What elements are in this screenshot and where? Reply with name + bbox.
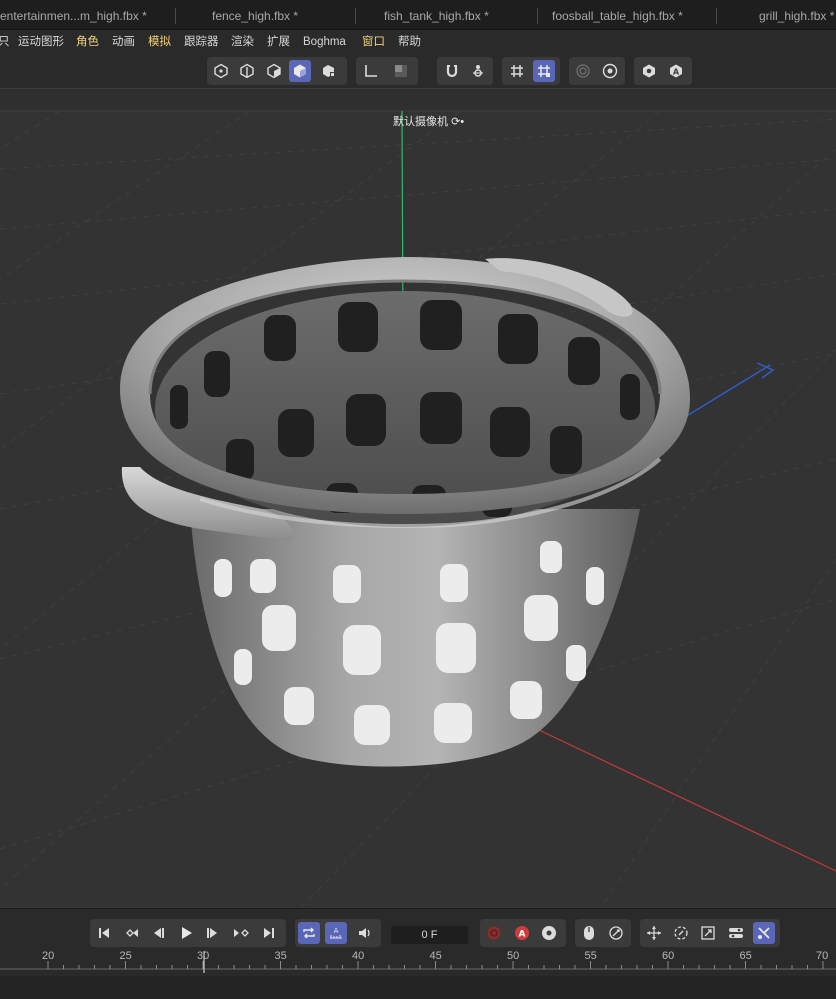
svg-text:A: A (334, 927, 339, 935)
grid-group (502, 57, 560, 85)
edges-mode-icon[interactable] (236, 60, 258, 82)
workplane-snap-icon[interactable] (467, 60, 489, 82)
tab-separator (537, 8, 538, 24)
x-axis-line (519, 720, 836, 872)
next-frame-icon[interactable] (202, 922, 224, 944)
record-icon[interactable] (483, 922, 505, 944)
uv-mode-icon[interactable] (318, 60, 340, 82)
menu-item-mograph[interactable]: 运动图形 (18, 30, 64, 54)
menu-item-animation[interactable]: 动画 (112, 30, 135, 54)
previous-frame-icon[interactable] (147, 922, 169, 944)
mode-group (207, 57, 347, 85)
next-key-icon[interactable] (230, 922, 252, 944)
previous-key-icon[interactable] (120, 922, 142, 944)
tick-label: 55 (584, 950, 597, 962)
viewport-toolbar: A (0, 54, 836, 88)
basket-body (190, 509, 640, 767)
menu-item-boghma[interactable]: Boghma (303, 30, 346, 54)
menu-item-cut[interactable]: 只 (0, 30, 10, 54)
tick-label: 40 (352, 950, 365, 962)
snap-group (437, 57, 493, 85)
tab-separator (716, 8, 717, 24)
grid-icon[interactable] (506, 60, 528, 82)
key-settings-icon[interactable] (538, 922, 560, 944)
scale-key-icon[interactable] (697, 922, 719, 944)
grid-snap-icon[interactable] (533, 60, 555, 82)
timeline-scrub-bar[interactable] (0, 976, 836, 999)
tab-fish-tank[interactable]: fish_tank_high.fbx * (384, 0, 489, 30)
key-type-group (575, 919, 631, 947)
axis-group (356, 57, 418, 85)
tick-label: 45 (429, 950, 442, 962)
menu-item-window[interactable]: 窗口 (362, 30, 385, 54)
tab-grill[interactable]: grill_high.fbx * (759, 0, 834, 30)
tab-fence[interactable]: fence_high.fbx * (212, 0, 298, 30)
play-icon[interactable] (175, 922, 197, 944)
magnet-snap-icon[interactable] (441, 60, 463, 82)
points-mode-icon[interactable] (210, 60, 232, 82)
svg-text:A: A (519, 930, 526, 940)
tab-separator (175, 8, 176, 24)
menu-item-simulate[interactable]: 模拟 (148, 30, 171, 54)
mouse-key-icon[interactable] (578, 922, 600, 944)
cinema4d-window: entertainmen...m_high.fbx * fence_high.f… (0, 0, 836, 999)
render-region-icon[interactable] (572, 60, 594, 82)
tick-label: 60 (662, 950, 675, 962)
autokey-icon[interactable]: A (511, 922, 533, 944)
render-group (569, 57, 625, 85)
playback-options-group: A (295, 919, 381, 947)
axis-icon[interactable] (360, 60, 382, 82)
tick-label: 30 (197, 950, 210, 962)
go-to-end-icon[interactable] (258, 922, 280, 944)
tick-label: 25 (119, 950, 132, 962)
view-group: A (634, 57, 692, 85)
playback-rate-icon[interactable]: A (325, 922, 347, 944)
tick-label: 65 (739, 950, 752, 962)
tab-entertainment[interactable]: entertainmen...m_high.fbx * (0, 0, 147, 30)
attribute-icon[interactable]: A (665, 60, 687, 82)
svg-text:A: A (673, 68, 680, 77)
rotate-key-icon[interactable] (670, 922, 692, 944)
tab-separator (355, 8, 356, 24)
loop-icon[interactable] (298, 922, 320, 944)
transport-group (90, 919, 286, 947)
menu-item-help[interactable]: 帮助 (398, 30, 421, 54)
render-settings-icon[interactable] (599, 60, 621, 82)
3d-viewport[interactable]: 默认摄像机 ⟳• (0, 88, 836, 908)
move-key-icon[interactable] (643, 922, 665, 944)
menu-item-character[interactable]: 角色 (76, 30, 99, 54)
viewport-canvas[interactable] (0, 89, 836, 908)
motion-key-icon[interactable] (605, 922, 627, 944)
current-frame-field[interactable]: 0 F (391, 926, 468, 944)
polygons-mode-icon[interactable] (263, 60, 285, 82)
tick-label: 35 (274, 950, 287, 962)
view-icon[interactable] (638, 60, 660, 82)
menu-item-tracker[interactable]: 跟踪器 (184, 30, 219, 54)
camera-label[interactable]: 默认摄像机 ⟳• (393, 113, 464, 129)
tick-label: 50 (507, 950, 520, 962)
solo-icon[interactable] (390, 60, 412, 82)
sound-icon[interactable] (354, 922, 376, 944)
camera-name: 默认摄像机 (393, 116, 448, 128)
pla-key-icon[interactable] (753, 922, 775, 944)
transform-keys-group (640, 919, 780, 947)
main-menu-bar: 只 运动图形 角色 动画 模拟 跟踪器 渲染 扩展 Boghma 窗口 帮助 (0, 30, 836, 54)
model-mode-icon[interactable] (289, 60, 311, 82)
parameter-key-icon[interactable] (725, 922, 747, 944)
tick-label: 20 (42, 950, 55, 962)
document-tab-bar: entertainmen...m_high.fbx * fence_high.f… (0, 0, 836, 30)
menu-item-extensions[interactable]: 扩展 (267, 30, 290, 54)
camera-dropdown-icon[interactable]: ⟳• (451, 116, 464, 128)
go-to-start-icon[interactable] (93, 922, 115, 944)
record-group: A (480, 919, 566, 947)
menu-item-render[interactable]: 渲染 (231, 30, 254, 54)
tab-foosball-table[interactable]: foosball_table_high.fbx * (552, 0, 683, 30)
tick-label: 70 (816, 950, 829, 962)
